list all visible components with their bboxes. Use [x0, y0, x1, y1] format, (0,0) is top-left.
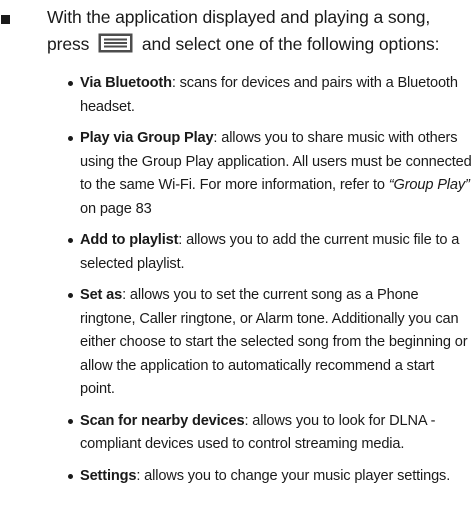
option-scan-for-nearby-devices: Scan for nearby devices: allows you to l… — [68, 410, 472, 457]
bullet-dot-icon — [68, 81, 73, 86]
option-term: Play via Group Play — [80, 130, 214, 146]
option-play-via-group-play: Play via Group Play: allows you to share… — [68, 127, 472, 221]
instruction-text: With the application displayed and playi… — [47, 4, 472, 58]
manual-page: With the application displayed and playi… — [0, 0, 472, 508]
menu-key-icon — [98, 33, 133, 53]
option-via-bluetooth: Via Bluetooth: scans for devices and pai… — [68, 72, 472, 119]
option-term: Settings — [80, 467, 137, 484]
cross-reference-page: on page 83 — [80, 200, 152, 217]
option-term: Add to playlist — [80, 232, 179, 248]
option-description: : allows you to change your music player… — [136, 467, 451, 484]
option-description: : allows you to set the current song as … — [80, 287, 468, 397]
bullet-dot-icon — [68, 293, 73, 298]
options-list: Via Bluetooth: scans for devices and pai… — [68, 72, 472, 496]
option-term: Scan for nearby devices — [80, 412, 245, 429]
bullet-dot-icon — [68, 473, 73, 479]
bullet-dot-icon — [68, 136, 73, 141]
option-term: Via Bluetooth — [80, 75, 172, 91]
option-set-as: Set as: allows you to set the current so… — [68, 284, 472, 402]
instruction-tail: and select one of the following options: — [141, 34, 440, 54]
bullet-dot-icon — [68, 418, 73, 424]
option-term: Set as — [80, 287, 123, 303]
instruction-step: With the application displayed and playi… — [0, 4, 472, 58]
option-add-to-playlist: Add to playlist: allows you to add the c… — [68, 229, 472, 276]
cross-reference-link[interactable]: “Group Play” — [389, 177, 470, 193]
square-bullet-icon — [1, 15, 10, 24]
bullet-dot-icon — [68, 238, 73, 243]
option-settings: Settings: allows you to change your musi… — [68, 465, 472, 489]
